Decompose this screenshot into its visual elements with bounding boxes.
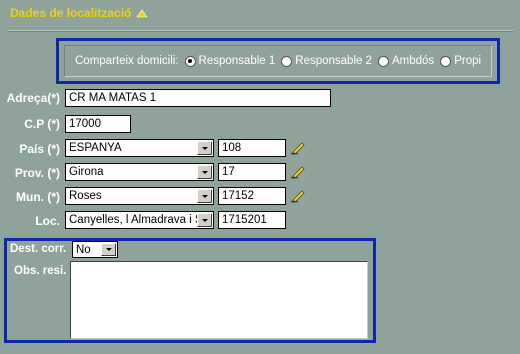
chevron-down-icon[interactable] <box>197 189 212 203</box>
province-select[interactable]: Girona <box>65 163 214 181</box>
radio-button[interactable] <box>378 55 389 67</box>
radio-label[interactable]: Ambdós <box>392 55 434 67</box>
province-code-input[interactable]: 17 <box>218 163 286 181</box>
dest-corr-select-value[interactable]: No <box>73 244 101 256</box>
section-title[interactable]: Dades de localització <box>10 6 131 20</box>
locality-select-value[interactable]: Canyelles, l Almadrava i Sant <box>66 214 197 226</box>
radio-button[interactable] <box>281 55 293 67</box>
locality-label: Loc. <box>35 214 60 228</box>
postal-code-input[interactable]: 17000 <box>65 115 131 133</box>
radio-label[interactable]: Responsable 2 <box>295 55 372 67</box>
domicile-share-group: Comparteix domicili: Responsable 1 Respo… <box>64 45 492 77</box>
dest-corr-label: Dest. corr. <box>10 243 67 255</box>
obs-resi-textarea[interactable] <box>70 261 368 339</box>
radio-option-responsable-2[interactable]: Responsable 2 <box>281 55 372 67</box>
province-select-value[interactable]: Girona <box>66 166 197 178</box>
radio-label[interactable]: Responsable 1 <box>199 55 276 67</box>
chevron-down-icon[interactable] <box>101 243 116 256</box>
locality-code-input[interactable]: 1715201 <box>218 211 286 229</box>
radio-option-ambdos[interactable]: Ambdós <box>378 55 434 67</box>
postal-code-label: C.P (*) <box>24 117 60 131</box>
province-label: Prov. (*) <box>14 166 60 180</box>
radio-label[interactable]: Propi <box>454 55 481 67</box>
radio-option-responsable-1[interactable]: Responsable 1 <box>184 55 276 67</box>
pencil-icon[interactable] <box>290 187 306 203</box>
domicile-share-label: Comparteix domicili: <box>75 55 179 67</box>
section-header[interactable]: Dades de localització <box>10 4 148 22</box>
country-code-input[interactable]: 108 <box>218 139 286 157</box>
dest-corr-select[interactable]: No <box>72 241 118 258</box>
country-select[interactable]: ESPANYA <box>65 139 214 157</box>
obs-resi-label: Obs. resi. <box>14 265 67 277</box>
header-divider <box>8 30 513 32</box>
radio-button[interactable] <box>440 55 452 67</box>
radio-option-propi[interactable]: Propi <box>440 55 481 67</box>
radio-button[interactable] <box>184 55 196 67</box>
triangle-up-icon[interactable] <box>136 7 148 19</box>
chevron-down-icon[interactable] <box>197 213 212 227</box>
municipality-select-value[interactable]: Roses <box>66 190 197 202</box>
chevron-down-icon[interactable] <box>197 141 212 155</box>
municipality-code-input[interactable]: 17152 <box>218 187 286 205</box>
chevron-down-icon[interactable] <box>197 165 212 179</box>
pencil-icon[interactable] <box>290 163 306 179</box>
address-label: Adreça(*) <box>6 91 60 105</box>
domicile-share-box: Comparteix domicili: Responsable 1 Respo… <box>56 38 500 84</box>
country-select-value[interactable]: ESPANYA <box>66 142 197 154</box>
municipality-select[interactable]: Roses <box>65 187 214 205</box>
municipality-label: Mun. (*) <box>16 190 60 204</box>
locality-select[interactable]: Canyelles, l Almadrava i Sant <box>65 211 214 229</box>
address-input[interactable]: CR MA MATAS 1 <box>65 89 331 107</box>
pencil-icon[interactable] <box>290 139 306 155</box>
country-label: País (*) <box>19 142 60 156</box>
